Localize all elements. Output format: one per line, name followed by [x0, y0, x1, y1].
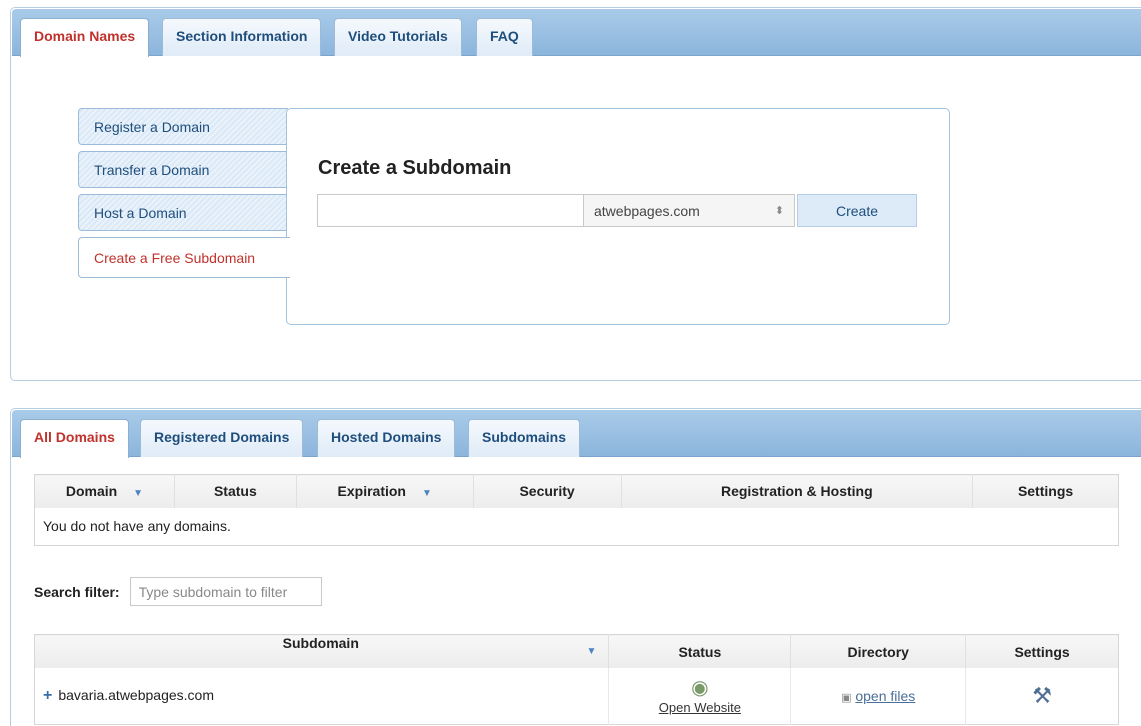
open-website-link[interactable]: Open Website	[659, 700, 741, 715]
side-menu: Register a Domain Transfer a Domain Host…	[78, 108, 290, 284]
directory-cell: ▣ open files	[790, 668, 967, 724]
tab-hosted-domains[interactable]: Hosted Domains	[317, 419, 456, 457]
subdomains-table: Subdomain ▼ Status Directory Settings + b…	[34, 634, 1119, 725]
domain-select-value: atwebpages.com	[594, 202, 700, 219]
tools-settings-icon[interactable]: ⚒	[1032, 683, 1052, 708]
side-item-transfer-domain[interactable]: Transfer a Domain	[78, 151, 288, 188]
table-row: You do not have any domains.	[35, 508, 1119, 546]
side-item-register-domain[interactable]: Register a Domain	[78, 108, 288, 145]
bottom-tabbar: All Domains Registered Domains Hosted Do…	[12, 410, 1141, 458]
create-subdomain-title: Create a Subdomain	[318, 157, 512, 179]
sort-down-icon: ▼	[133, 488, 144, 500]
col-registration-hosting: Registration & Hosting	[621, 474, 974, 508]
search-filter-row: Search filter:	[34, 577, 322, 606]
side-item-host-domain[interactable]: Host a Domain	[78, 194, 288, 231]
domains-list-panel: All Domains Registered Domains Hosted Do…	[10, 408, 1141, 726]
domains-header-row: Domain ▼ Status Expiration ▼ Security Regi…	[34, 474, 1119, 508]
col-directory: Directory	[790, 634, 967, 668]
tab-domain-names[interactable]: Domain Names	[20, 18, 150, 57]
create-subdomain-form: atwebpages.com ⬍ Create	[317, 194, 917, 227]
updown-icon: ⬍	[774, 205, 784, 217]
domain-select[interactable]: atwebpages.com ⬍	[583, 194, 795, 227]
folder-icon: ▣	[841, 691, 852, 704]
settings-cell: ⚒	[966, 668, 1119, 724]
subdomains-header-row: Subdomain ▼ Status Directory Settings	[34, 634, 1119, 668]
search-filter-input[interactable]	[129, 577, 322, 606]
sort-down-icon: ▼	[586, 646, 597, 657]
subdomain-cell: + bavaria.atwebpages.com	[34, 668, 610, 724]
tab-video-tutorials[interactable]: Video Tutorials	[334, 18, 462, 56]
globe-icon: ◉	[691, 676, 709, 699]
sort-down-icon: ▼	[422, 488, 432, 500]
subdomain-input[interactable]	[317, 194, 583, 227]
tab-registered-domains[interactable]: Registered Domains	[140, 419, 304, 457]
col-status: Status	[174, 474, 297, 508]
tab-subdomains[interactable]: Subdomains	[468, 419, 581, 457]
col-domain[interactable]: Domain ▼	[34, 474, 175, 508]
empty-domains-message: You do not have any domains.	[43, 518, 231, 535]
col-settings: Settings	[972, 474, 1119, 508]
tab-section-information[interactable]: Section Information	[162, 18, 322, 56]
col-security: Security	[473, 474, 622, 508]
side-item-create-free-subdomain[interactable]: Create a Free Subdomain	[78, 237, 290, 278]
col-sub-settings: Settings	[965, 634, 1119, 668]
tab-faq[interactable]: FAQ	[476, 18, 533, 56]
domain-names-panel: Domain Names Section Information Video T…	[10, 7, 1141, 381]
col-expiration[interactable]: Expiration ▼	[296, 474, 474, 508]
search-filter-label: Search filter:	[34, 583, 120, 600]
subdomain-name: bavaria.atwebpages.com	[58, 686, 214, 703]
table-row: + bavaria.atwebpages.com ◉ Open Website ▣…	[34, 668, 1119, 724]
col-sub-status: Status	[608, 634, 792, 668]
top-tabbar: Domain Names Section Information Video T…	[12, 9, 1141, 57]
create-subdomain-box: Create a Subdomain atwebpages.com ⬍ Crea…	[286, 108, 950, 325]
domains-table: Domain ▼ Status Expiration ▼ Security Regi…	[34, 474, 1119, 546]
col-subdomain[interactable]: Subdomain ▼	[34, 634, 610, 668]
status-cell: ◉ Open Website	[608, 668, 792, 724]
open-files-link[interactable]: open files	[855, 688, 915, 704]
create-button[interactable]: Create	[797, 194, 917, 227]
tab-all-domains[interactable]: All Domains	[20, 419, 129, 458]
expand-plus-icon[interactable]: +	[43, 687, 52, 704]
